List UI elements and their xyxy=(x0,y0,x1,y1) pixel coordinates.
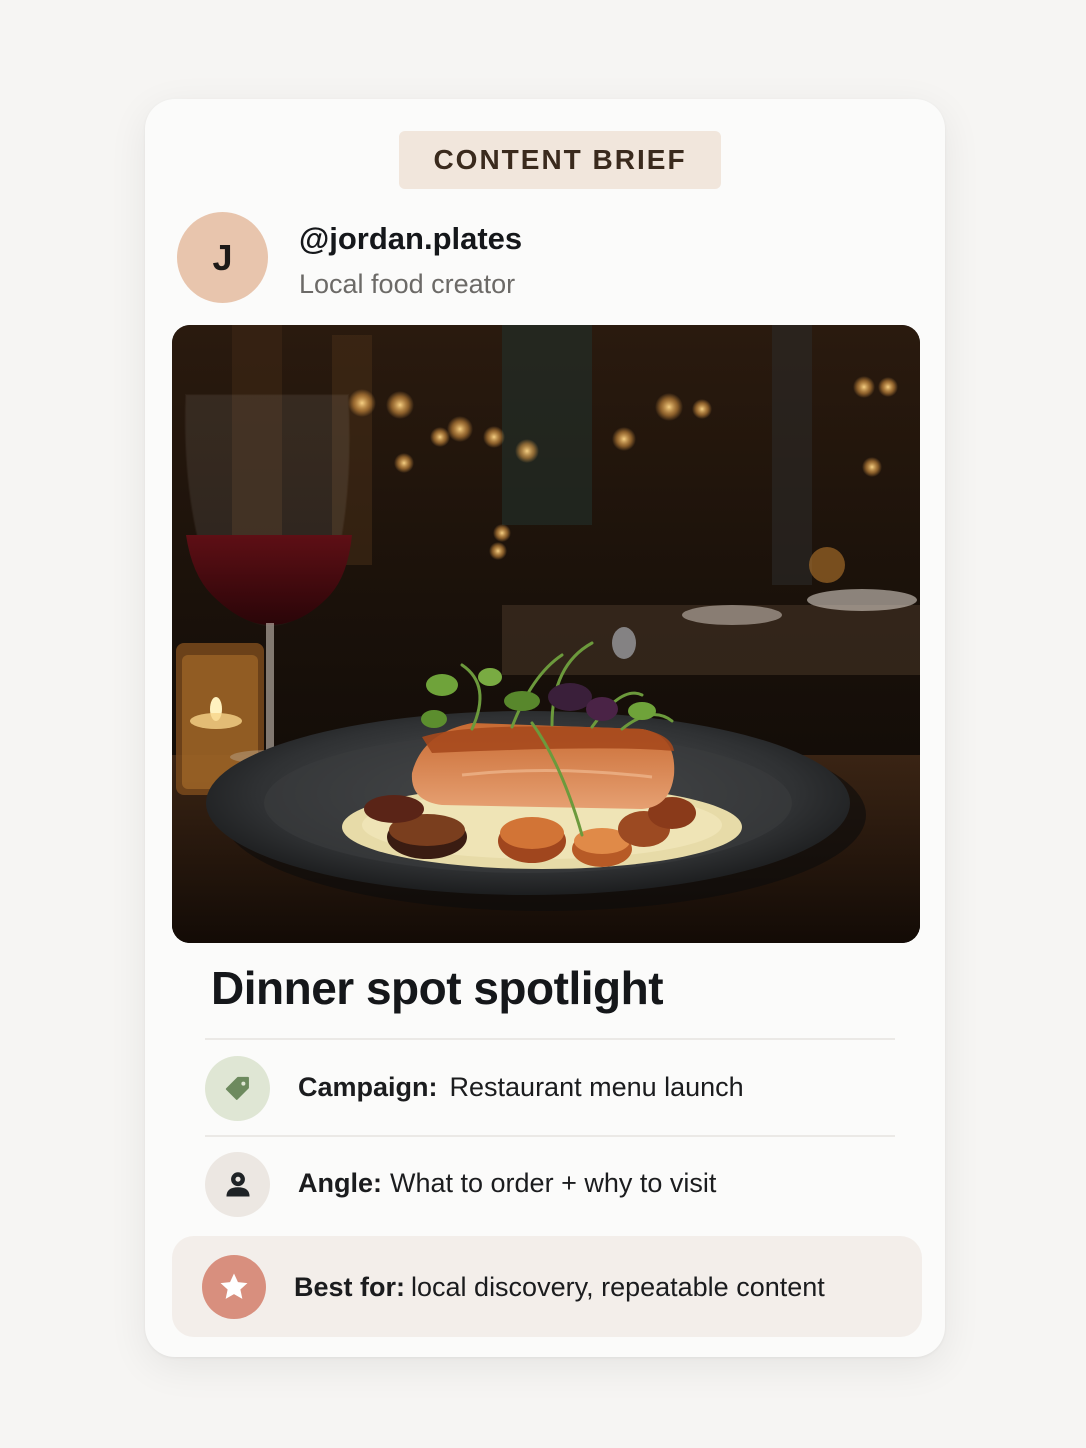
creator-avatar[interactable]: J xyxy=(177,212,268,303)
best-for-value: local discovery, repeatable content xyxy=(411,1272,825,1302)
divider xyxy=(205,1038,895,1040)
person-icon xyxy=(205,1152,270,1217)
dish-photo xyxy=(172,325,920,943)
angle-label: Angle: xyxy=(298,1168,382,1198)
best-for-row: Best for: local discovery, repeatable con… xyxy=(294,1272,825,1303)
campaign-row: Campaign: Restaurant menu launch xyxy=(298,1072,744,1103)
content-brief-badge: CONTENT BRIEF xyxy=(399,131,721,189)
star-icon xyxy=(202,1255,266,1319)
tag-icon xyxy=(205,1056,270,1121)
campaign-value: Restaurant menu launch xyxy=(449,1072,744,1102)
creator-role: Local food creator xyxy=(299,269,516,299)
content-brief-card: CONTENT BRIEF J @jordan.plates Local foo… xyxy=(145,99,945,1357)
creator-handle[interactable]: @jordan.plates xyxy=(299,221,522,257)
divider xyxy=(205,1135,895,1137)
angle-row: Angle: What to order + why to visit xyxy=(298,1168,716,1199)
best-for-box: Best for: local discovery, repeatable con… xyxy=(172,1236,922,1337)
post-title: Dinner spot spotlight xyxy=(211,962,664,1014)
best-for-label: Best for: xyxy=(294,1272,406,1302)
campaign-label: Campaign: xyxy=(298,1072,438,1102)
angle-value: What to order + why to visit xyxy=(390,1168,717,1198)
